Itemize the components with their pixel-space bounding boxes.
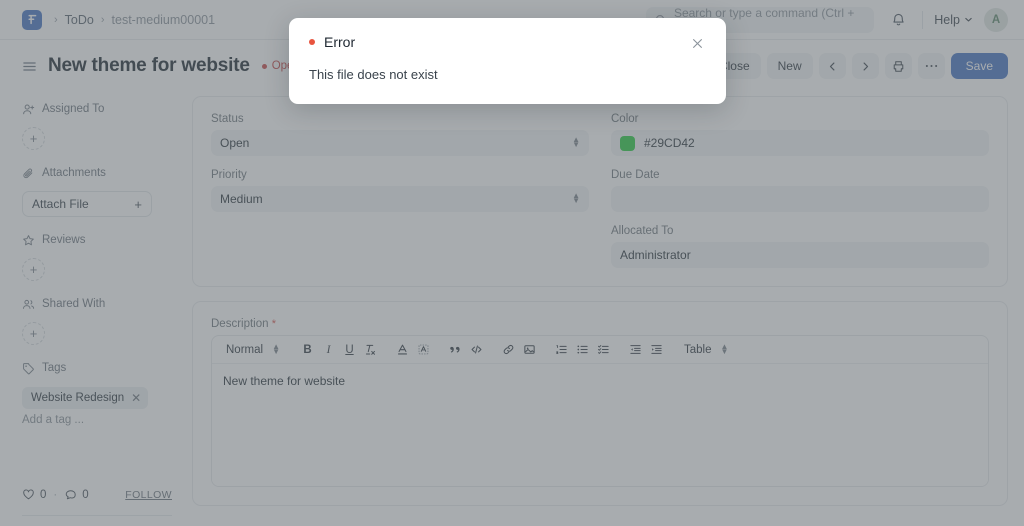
error-dot-icon bbox=[309, 39, 315, 45]
close-icon bbox=[691, 37, 704, 50]
close-dialog-button[interactable] bbox=[688, 34, 706, 52]
page-root: › ToDo › test-medium00001 Search or type… bbox=[0, 0, 1024, 526]
error-dialog-header: Error bbox=[309, 34, 706, 52]
error-dialog-title-text: Error bbox=[324, 34, 355, 50]
error-dialog: Error This file does not exist bbox=[289, 18, 726, 104]
error-dialog-message: This file does not exist bbox=[309, 67, 706, 82]
error-dialog-title: Error bbox=[309, 34, 355, 50]
